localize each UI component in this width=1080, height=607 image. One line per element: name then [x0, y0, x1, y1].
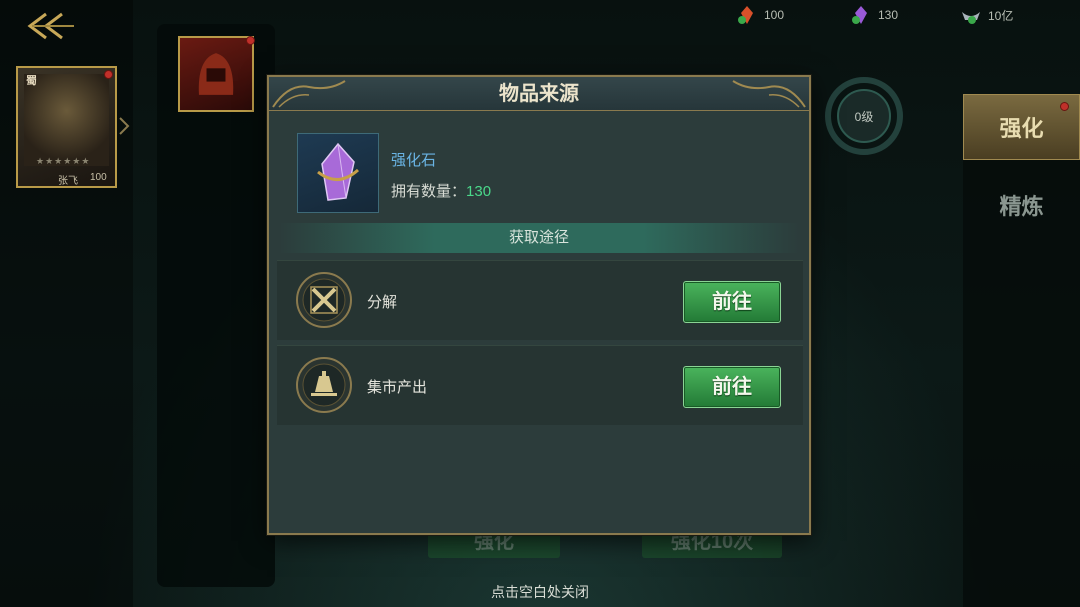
- owned-value: 130: [466, 183, 492, 200]
- source-row: 分解 前往: [277, 260, 803, 340]
- currency-purple[interactable]: 130: [850, 4, 898, 26]
- source-label-decompose: 分解: [367, 294, 398, 311]
- item-name: 强化石: [391, 152, 437, 169]
- notification-dot: [1060, 102, 1069, 111]
- level-label: 0级: [854, 109, 874, 124]
- hero-name: 张飞: [58, 176, 78, 187]
- equipment-slot-helmet[interactable]: [178, 36, 254, 112]
- back-arrow-icon: [27, 12, 74, 40]
- currency-silver-value: 10亿: [988, 8, 1014, 23]
- right-tab-panel: 强化 精炼: [963, 94, 1080, 607]
- source-label-market: 集市产出: [367, 379, 428, 396]
- hero-stars: ★★★★★★: [36, 156, 91, 166]
- go-button-decompose[interactable]: 前往: [683, 281, 781, 323]
- tab-refine[interactable]: 精炼: [963, 172, 1080, 238]
- hero-card[interactable]: 蜀 ★★★★★★ 张飞 100: [16, 66, 117, 188]
- silver-ingot-icon: [962, 12, 980, 24]
- item-icon-frame: [297, 133, 379, 213]
- owned-count: 拥有数量：130: [391, 180, 491, 201]
- currency-silver[interactable]: 10亿: [960, 4, 1013, 26]
- red-gem-icon: [738, 6, 753, 24]
- chevron-right-icon: [119, 117, 130, 135]
- source-section-title: 获取途径: [279, 223, 799, 253]
- currency-purple-value: 130: [878, 8, 899, 22]
- level-indicator: 0级: [818, 74, 910, 158]
- hero-faction: 蜀: [26, 75, 37, 87]
- go-button-market[interactable]: 前往: [683, 366, 781, 408]
- hero-level: 100: [90, 172, 107, 183]
- notification-dot: [246, 36, 255, 45]
- source-row: 集市产出 前往: [277, 345, 803, 425]
- decompose-icon: [296, 272, 352, 328]
- helmet-icon: [198, 53, 234, 95]
- close-hint[interactable]: 点击空白处关闭: [0, 582, 1080, 602]
- item-source-dialog: 物品来源 强化石 拥有数量：130 获取途径 分解 前往 集市产出 前往: [267, 75, 811, 535]
- market-bell-icon: [296, 357, 352, 413]
- back-button[interactable]: [24, 10, 76, 42]
- owned-label: 拥有数量：: [391, 183, 467, 200]
- dialog-title: 物品来源: [499, 83, 579, 105]
- currency-red-value: 100: [764, 8, 785, 22]
- purple-crystal-icon: [317, 142, 360, 201]
- purple-gem-icon: [852, 6, 867, 24]
- currency-red[interactable]: 100: [736, 4, 784, 26]
- notification-dot: [104, 70, 113, 79]
- dialog-header: 物品来源: [269, 77, 809, 111]
